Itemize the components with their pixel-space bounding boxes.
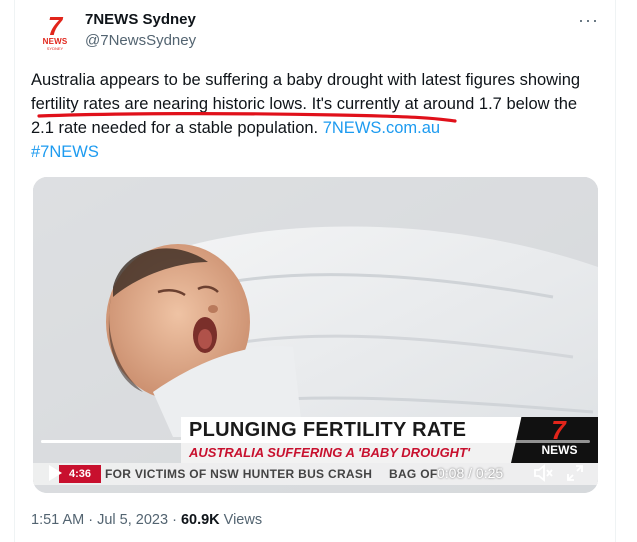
views-count: 60.9K: [180, 512, 220, 528]
logo-word: NEWS: [541, 443, 578, 457]
volume-icon[interactable]: [533, 464, 553, 487]
meta-separator-2: ·: [168, 512, 181, 528]
display-name[interactable]: 7NEWS Sydney: [85, 11, 196, 28]
play-icon[interactable]: [47, 464, 63, 482]
news-ticker: 4:36 FOR VICTIMS OF NSW HUNTER BUS CRASH…: [33, 463, 598, 485]
hashtag-link[interactable]: #7NEWS: [31, 143, 99, 161]
tweet-meta: 1:51 AM · Jul 5, 2023 · 60.9K Views: [31, 512, 262, 528]
video-time: 0:08 / 0:25: [437, 465, 504, 481]
video-player[interactable]: PLUNGING FERTILITY RATE AUSTRALIA SUFFER…: [33, 177, 598, 493]
tweet-body: Australia appears to be suffering a baby…: [31, 71, 581, 137]
views-label: Views: [219, 512, 263, 528]
ticker-text-2: BAG OF: [389, 467, 438, 481]
more-horizontal-icon[interactable]: ···: [578, 10, 599, 31]
ticker-badge: 4:36: [59, 465, 101, 483]
avatar-city: SYDNEY: [46, 46, 64, 51]
avatar-brand: NEWS: [42, 37, 68, 46]
avatar-seven-mark: 7: [47, 11, 63, 41]
ticker-text: FOR VICTIMS OF NSW HUNTER BUS CRASH: [105, 467, 373, 481]
fullscreen-icon[interactable]: [566, 464, 584, 487]
tweet-text: Australia appears to be suffering a baby…: [31, 68, 601, 164]
user-handle[interactable]: @7NewsSydney: [85, 32, 196, 49]
tweet-card: 7 NEWS SYDNEY 7NEWS Sydney @7NewsSydney …: [14, 0, 616, 542]
meta-separator: ·: [84, 512, 98, 528]
video-progress-fill: [41, 440, 217, 443]
video-subheadline: AUSTRALIA SUFFERING A 'BABY DROUGHT': [181, 443, 521, 463]
tweet-date[interactable]: Jul 5, 2023: [97, 512, 168, 528]
tweet-time[interactable]: 1:51 AM: [31, 512, 84, 528]
tweet-link[interactable]: 7NEWS.com.au: [323, 119, 440, 137]
avatar[interactable]: 7 NEWS SYDNEY: [33, 10, 77, 54]
video-progress-bar[interactable]: [41, 440, 590, 443]
